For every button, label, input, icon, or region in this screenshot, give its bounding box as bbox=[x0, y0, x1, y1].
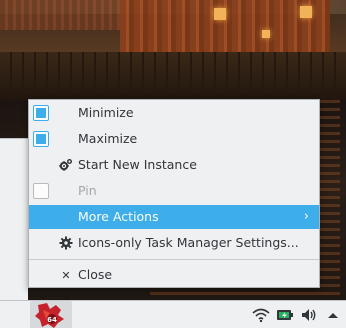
menu-item-task-manager-settings[interactable]: Icons-only Task Manager Settings... bbox=[29, 231, 319, 255]
menu-separator bbox=[29, 259, 319, 260]
submenu-arrow-icon: › bbox=[303, 209, 309, 224]
menu-item-pin: Pin bbox=[29, 179, 319, 203]
menu-item-maximize[interactable]: Maximize bbox=[29, 127, 319, 151]
volume-icon[interactable] bbox=[298, 304, 320, 326]
menu-item-label: Maximize bbox=[78, 131, 138, 146]
pin-checkbox bbox=[33, 183, 49, 199]
maximize-checkbox[interactable] bbox=[33, 131, 49, 147]
menu-item-label: Pin bbox=[78, 183, 97, 198]
menu-item-start-new-instance[interactable]: Start New Instance bbox=[29, 153, 319, 177]
gears-icon bbox=[58, 157, 74, 173]
menu-item-minimize[interactable]: Minimize bbox=[29, 101, 319, 125]
background-window-fragment bbox=[0, 138, 28, 300]
menu-item-label: More Actions bbox=[78, 209, 159, 224]
menu-item-label: Start New Instance bbox=[78, 157, 197, 172]
menu-item-label: Close bbox=[78, 267, 113, 282]
menu-item-label: Icons-only Task Manager Settings... bbox=[78, 235, 299, 250]
wine-app-icon: 64 bbox=[35, 303, 64, 328]
gear-icon bbox=[58, 235, 74, 251]
system-tray bbox=[250, 301, 346, 328]
menu-item-more-actions[interactable]: More Actions › bbox=[29, 205, 319, 229]
task-manager-entry[interactable]: 64 bbox=[30, 301, 72, 328]
close-icon: ✕ bbox=[61, 268, 71, 282]
panel-expand-arrow-icon[interactable] bbox=[322, 304, 344, 326]
network-wifi-icon[interactable] bbox=[250, 304, 272, 326]
menu-item-label: Minimize bbox=[78, 105, 134, 120]
menu-item-close[interactable]: ✕ Close bbox=[29, 263, 319, 287]
battery-icon[interactable] bbox=[274, 304, 296, 326]
taskbar-panel: 64 bbox=[0, 300, 346, 328]
app-badge: 64 bbox=[47, 316, 57, 324]
minimize-checkbox[interactable] bbox=[33, 105, 49, 121]
task-context-menu: Minimize Maximize Start New Instance Pin… bbox=[28, 99, 320, 288]
